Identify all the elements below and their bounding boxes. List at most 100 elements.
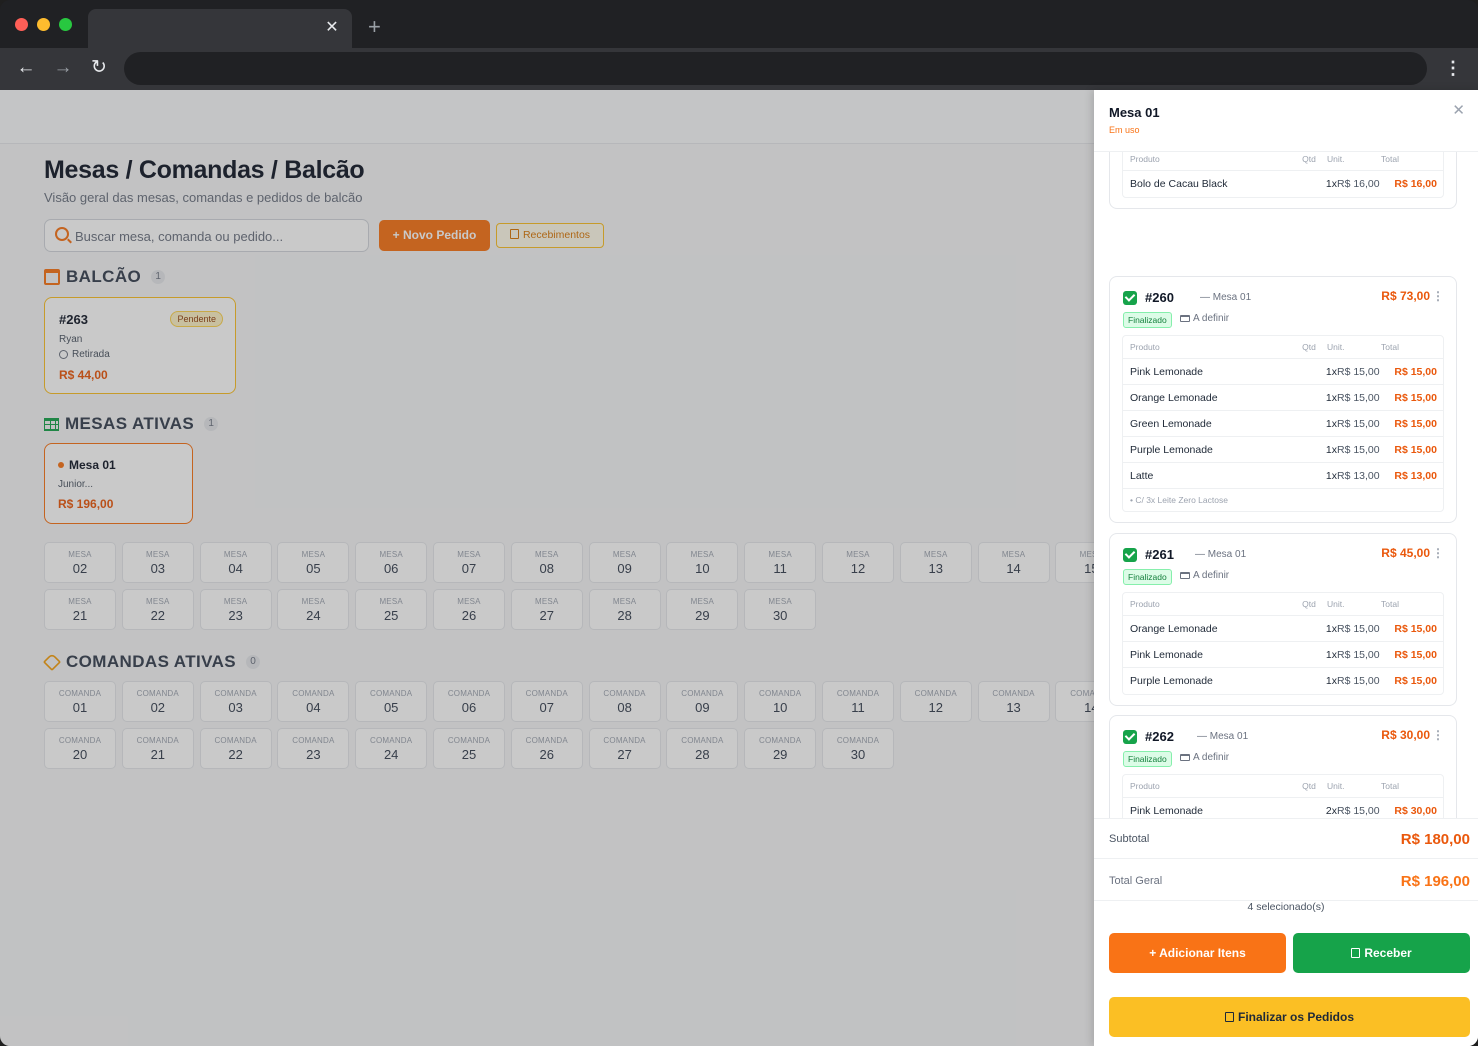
status-badge: Finalizado <box>1123 569 1172 585</box>
header-total: Total <box>1381 342 1399 352</box>
browser-tab[interactable]: ✕ <box>88 9 352 48</box>
header-unit: Unit. <box>1327 342 1345 352</box>
payment-label: A definir <box>1193 570 1230 581</box>
order-price: R$ 73,00 <box>1381 289 1430 303</box>
order-checkbox[interactable] <box>1123 730 1137 744</box>
item-name: Latte <box>1130 470 1154 482</box>
header-total: Total <box>1381 154 1399 164</box>
item-unit: R$ 13,00 <box>1337 470 1380 482</box>
payment-label: A definir <box>1193 752 1230 763</box>
mesa-detail-panel: Mesa 01 Em uso ✕ Produto Qtd Unit. Total… <box>1094 90 1478 1046</box>
item-unit: R$ 15,00 <box>1337 675 1380 687</box>
order-checkbox[interactable] <box>1123 291 1137 305</box>
order-header: #261 — Mesa 01 R$ 45,00 ⋮ Finalizado A d… <box>1110 534 1456 592</box>
order-checkbox[interactable] <box>1123 548 1137 562</box>
status-badge: Finalizado <box>1123 312 1172 328</box>
table-row: Orange Lemonade 1x R$ 15,00 R$ 15,00 <box>1123 616 1443 642</box>
minimize-window-button[interactable] <box>37 18 50 31</box>
more-options-icon[interactable]: ⋮ <box>1432 546 1444 560</box>
reload-icon[interactable]: ↻ <box>87 56 111 80</box>
order-number: #261 <box>1145 547 1174 562</box>
tab-bar: ✕ + <box>0 0 1478 48</box>
address-bar[interactable] <box>124 52 1427 85</box>
header-product: Produto <box>1130 781 1160 791</box>
item-qty: 1x <box>1325 649 1337 661</box>
panel-footer: Subtotal R$ 180,00 Total Geral R$ 196,00… <box>1094 818 1478 1046</box>
header-unit: Unit. <box>1327 154 1345 164</box>
item-name: Pink Lemonade <box>1130 805 1203 817</box>
item-unit: R$ 15,00 <box>1337 649 1380 661</box>
payment-label: A definir <box>1193 313 1230 324</box>
more-options-icon[interactable]: ⋮ <box>1432 289 1444 303</box>
item-unit: R$ 15,00 <box>1337 418 1380 430</box>
forward-arrow-icon[interactable]: → <box>51 56 75 80</box>
header-product: Produto <box>1130 599 1160 609</box>
add-items-button[interactable]: + Adicionar Itens <box>1109 933 1286 973</box>
panel-status: Em uso <box>1109 125 1140 135</box>
receive-button[interactable]: Receber <box>1293 933 1470 973</box>
receive-label: Receber <box>1364 946 1412 960</box>
order-items-table: Produto Qtd Unit. Total Orange Lemonade … <box>1122 592 1444 695</box>
item-total: R$ 13,00 <box>1394 470 1437 482</box>
item-total: R$ 15,00 <box>1394 675 1437 687</box>
credit-card-icon <box>1180 754 1190 761</box>
subtotal-label: Subtotal <box>1109 833 1150 845</box>
item-name: Pink Lemonade <box>1130 649 1203 661</box>
item-qty: 1x <box>1325 470 1337 482</box>
payment-method: A definir <box>1180 570 1229 581</box>
item-qty: 2x <box>1325 805 1337 817</box>
maximize-window-button[interactable] <box>59 18 72 31</box>
item-total: R$ 15,00 <box>1394 649 1437 661</box>
item-total: R$ 15,00 <box>1394 418 1437 430</box>
order-items-table: Produto Qtd Unit. Total Pink Lemonade 2x… <box>1122 774 1444 818</box>
close-tab-icon[interactable]: ✕ <box>322 18 342 38</box>
item-qty: 1x <box>1325 392 1337 404</box>
panel-orders-list[interactable]: Produto Qtd Unit. Total Bolo de Cacau Bl… <box>1094 152 1478 818</box>
panel-header: Mesa 01 Em uso ✕ <box>1094 90 1478 152</box>
order-mesa: — Mesa 01 <box>1195 549 1247 560</box>
new-tab-icon[interactable]: + <box>368 15 381 39</box>
browser-toolbar: ← → ↻ ⋮ <box>0 48 1478 90</box>
order-mesa: — Mesa 01 <box>1197 731 1249 742</box>
table-row: Green Lemonade 1x R$ 15,00 R$ 15,00 <box>1123 411 1443 437</box>
order-card: #262 — Mesa 01 R$ 30,00 ⋮ Finalizado A d… <box>1109 715 1457 818</box>
item-name: Bolo de Cacau Black <box>1130 178 1228 190</box>
table-header-row: Produto Qtd Unit. Total <box>1123 593 1443 616</box>
header-qty: Qtd <box>1302 781 1316 791</box>
item-qty: 1x <box>1325 623 1337 635</box>
receipt-icon <box>1224 1012 1234 1022</box>
header-product: Produto <box>1130 342 1160 352</box>
table-row: Latte 1x R$ 13,00 R$ 13,00 <box>1123 463 1443 489</box>
finalize-orders-button[interactable]: Finalizar os Pedidos <box>1109 997 1470 1037</box>
subtotal-row: Subtotal R$ 180,00 <box>1094 819 1478 859</box>
order-card: #261 — Mesa 01 R$ 45,00 ⋮ Finalizado A d… <box>1109 533 1457 706</box>
back-arrow-icon[interactable]: ← <box>14 56 38 80</box>
item-qty: 1x <box>1325 366 1337 378</box>
browser-menu-icon[interactable]: ⋮ <box>1444 57 1462 79</box>
order-card-partial: Produto Qtd Unit. Total Bolo de Cacau Bl… <box>1109 152 1457 209</box>
selected-count: 4 selecionado(s) <box>1247 901 1325 913</box>
item-qty: 1x <box>1325 675 1337 687</box>
table-row: Pink Lemonade 1x R$ 15,00 R$ 15,00 <box>1123 359 1443 385</box>
item-total: R$ 15,00 <box>1394 366 1437 378</box>
order-mesa: — Mesa 01 <box>1200 292 1252 303</box>
close-window-button[interactable] <box>15 18 28 31</box>
item-name: Pink Lemonade <box>1130 366 1203 378</box>
payment-method: A definir <box>1180 313 1229 324</box>
browser-window: ✕ + ← → ↻ ⋮ Mesas / Comandas / Balcão Vi… <box>0 0 1478 1046</box>
more-options-icon[interactable]: ⋮ <box>1432 728 1444 742</box>
item-total: R$ 15,00 <box>1394 623 1437 635</box>
header-qty: Qtd <box>1302 342 1316 352</box>
order-header: #260 — Mesa 01 R$ 73,00 ⋮ Finalizado A d… <box>1110 277 1456 335</box>
item-unit: R$ 15,00 <box>1337 392 1380 404</box>
close-icon[interactable]: ✕ <box>1452 101 1465 119</box>
item-unit: R$ 15,00 <box>1337 444 1380 456</box>
panel-title: Mesa 01 <box>1109 105 1160 120</box>
order-items-table: Produto Qtd Unit. Total Bolo de Cacau Bl… <box>1122 152 1444 198</box>
item-unit: R$ 16,00 <box>1337 178 1380 190</box>
item-note: • C/ 3x Leite Zero Lactose <box>1130 495 1228 505</box>
table-row: Bolo de Cacau Black 1x R$ 16,00 R$ 16,00 <box>1123 171 1443 197</box>
item-name: Green Lemonade <box>1130 418 1212 430</box>
order-items-table: Produto Qtd Unit. Total Pink Lemonade 1x… <box>1122 335 1444 512</box>
table-row: Pink Lemonade 1x R$ 15,00 R$ 15,00 <box>1123 642 1443 668</box>
